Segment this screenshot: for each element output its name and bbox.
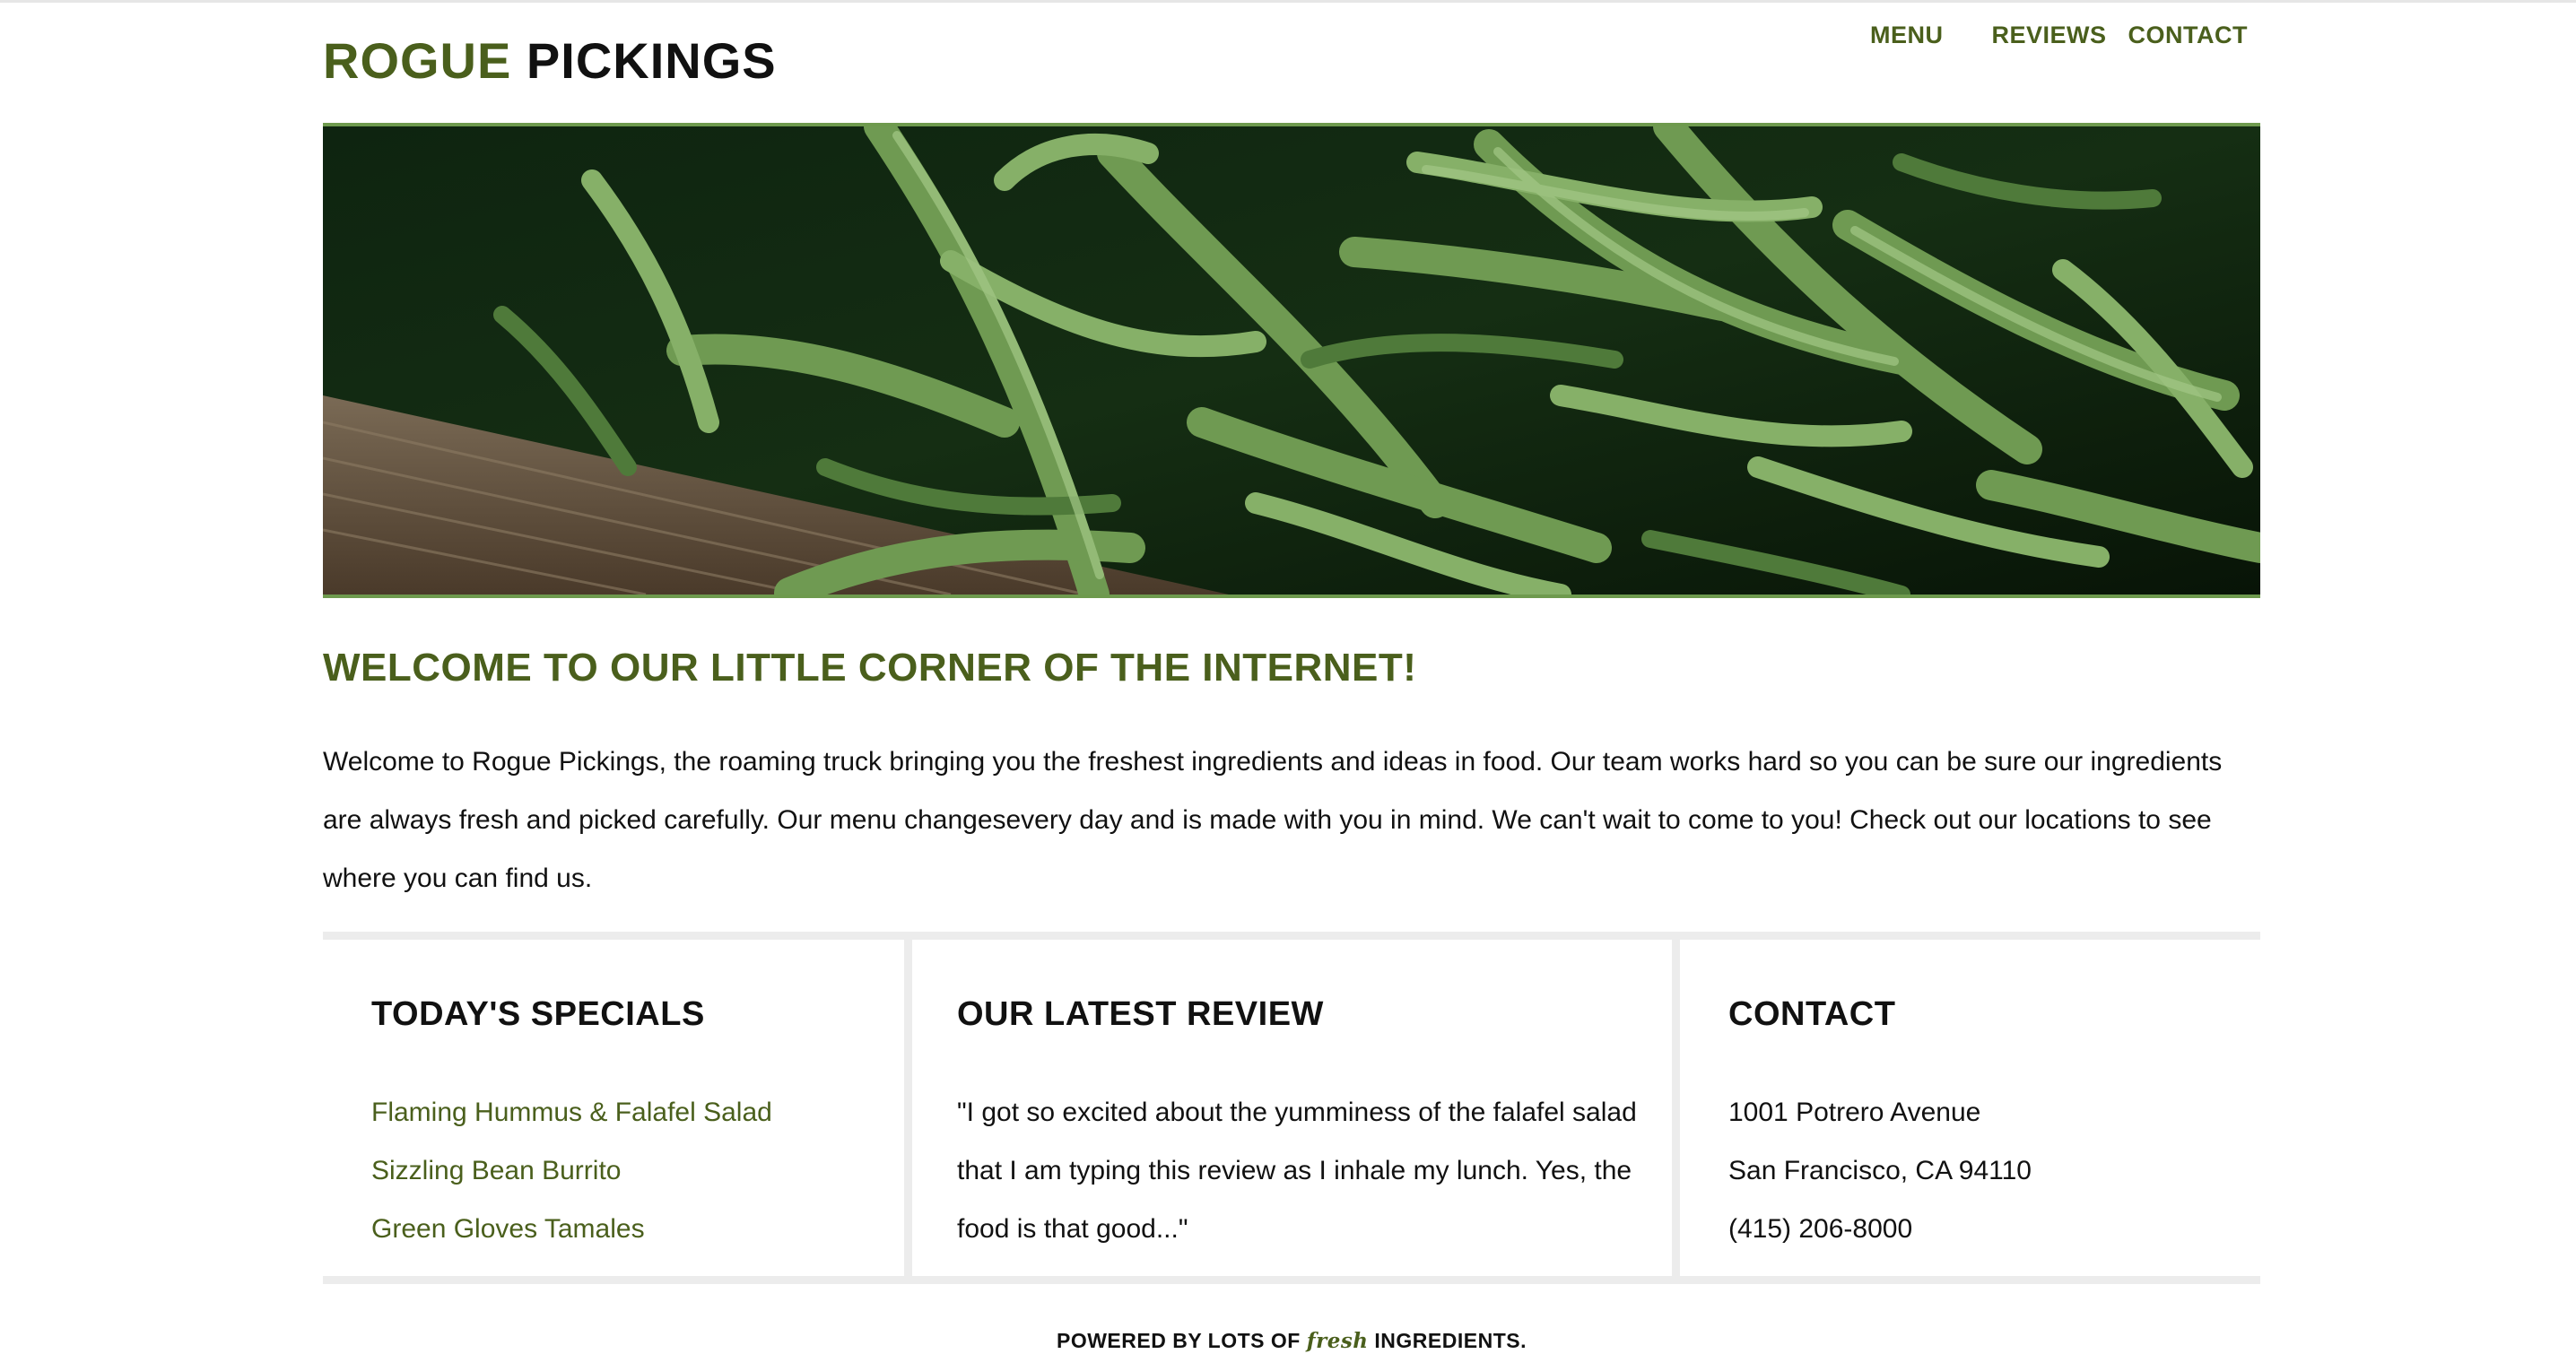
nav-reviews-link[interactable]: REVIEWS — [1991, 19, 2106, 51]
special-item[interactable]: Sizzling Bean Burrito — [371, 1141, 772, 1200]
logo-pickings: PICKINGS — [526, 32, 777, 89]
footer: POWERED BY LOTS OF fresh INGREDIENTS. — [323, 1324, 2260, 1354]
contact-phone: (415) 206-8000 — [1728, 1214, 1913, 1244]
review-title: OUR LATEST REVIEW — [957, 995, 1324, 1033]
nav-menu-link[interactable]: MENU — [1870, 19, 1944, 51]
green-beans-photo — [323, 126, 2260, 595]
contact-details: 1001 Potrero Avenue San Francisco, CA 94… — [1728, 1083, 2032, 1258]
contact-address-line1: 1001 Potrero Avenue — [1728, 1098, 1981, 1127]
contact-title: CONTACT — [1728, 995, 1896, 1033]
site-logo[interactable]: ROGUE PICKINGS — [323, 30, 777, 92]
specials-list: Flaming Hummus & Falafel Salad Sizzling … — [371, 1083, 772, 1258]
contact-address-line2: San Francisco, CA 94110 — [1728, 1156, 2032, 1185]
column-divider — [904, 940, 912, 1276]
review-box: OUR LATEST REVIEW "I got so excited abou… — [912, 940, 1672, 1276]
welcome-title: WELCOME TO OUR LITTLE CORNER OF THE INTE… — [323, 646, 1417, 690]
page: ROGUE PICKINGS MENU REVIEWS CONTACT WELC… — [0, 0, 2576, 1354]
main-nav: MENU REVIEWS CONTACT — [1870, 19, 2260, 51]
footer-suffix: INGREDIENTS. — [1374, 1329, 1527, 1352]
nav-contact-link[interactable]: CONTACT — [2128, 19, 2248, 51]
special-item[interactable]: Green Gloves Tamales — [371, 1200, 772, 1258]
logo-rogue: ROGUE — [323, 32, 512, 89]
hero-banner — [323, 123, 2260, 598]
contact-box: CONTACT 1001 Potrero Avenue San Francisc… — [1680, 940, 2260, 1276]
welcome-text: Welcome to Rogue Pickings, the roaming t… — [323, 747, 2223, 893]
footer-fresh: fresh — [1306, 1329, 1369, 1353]
specials-box: TODAY'S SPECIALS Flaming Hummus & Falafe… — [323, 940, 904, 1276]
column-divider — [1672, 940, 1680, 1276]
special-item[interactable]: Flaming Hummus & Falafel Salad — [371, 1083, 772, 1141]
footer-prefix: POWERED BY LOTS OF — [1056, 1329, 1301, 1352]
specials-title: TODAY'S SPECIALS — [371, 995, 705, 1033]
info-boxes: TODAY'S SPECIALS Flaming Hummus & Falafe… — [323, 932, 2260, 1284]
review-quote: "I got so excited about the yumminess of… — [957, 1098, 1637, 1244]
